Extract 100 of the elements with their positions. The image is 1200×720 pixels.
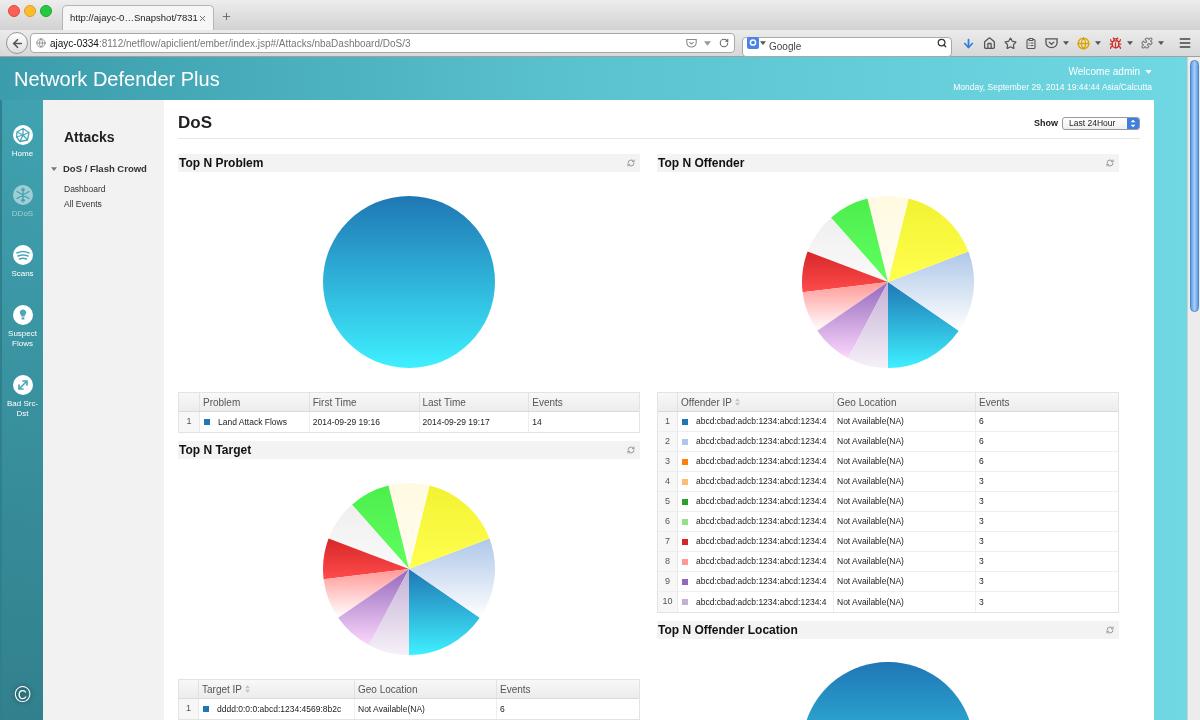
table-cell-text: 3	[978, 555, 985, 569]
column-header[interactable]: Target IP	[199, 680, 355, 698]
table-cell: abcd:cbad:adcb:1234:abcd:1234:4	[696, 595, 827, 609]
refresh-icon[interactable]	[627, 159, 635, 167]
row-number: 4	[658, 472, 678, 491]
network-icon	[12, 125, 33, 145]
table-cell: Not Available(NA)	[834, 572, 976, 591]
table-cell: Not Available(NA)	[834, 452, 976, 471]
close-icon[interactable]	[198, 13, 207, 23]
table-cell: Not Available(NA)	[834, 552, 976, 571]
panel-title: Top N Target	[179, 442, 252, 459]
table-cell: Land Attack Flows	[218, 415, 287, 429]
row-number: 7	[658, 532, 678, 551]
table-cell: Not Available(NA)	[834, 412, 976, 431]
back-button[interactable]	[6, 32, 28, 54]
page-title: DoS	[178, 113, 212, 133]
tree-link[interactable]: All Events	[64, 197, 102, 212]
table-cell-text: 3	[978, 475, 985, 489]
menu-icon[interactable]	[1178, 36, 1192, 50]
home-icon[interactable]	[983, 36, 996, 50]
row-number: 1	[179, 412, 200, 432]
star-icon[interactable]	[1004, 36, 1017, 50]
puzzle-icon[interactable]	[1141, 37, 1153, 49]
snowflake-icon	[12, 185, 33, 205]
copyright-symbol: ©	[14, 684, 31, 706]
caret-icon[interactable]	[760, 41, 766, 45]
address-field[interactable]: ajayc-0334:8112/netflow/apiclient/ember/index.jsp#/Attacks/nbaDashboard/DoS/3	[30, 33, 735, 53]
table-cell-text: 3	[978, 535, 985, 549]
nav-rail-item[interactable]: Suspect Flows	[2, 305, 43, 349]
row-number: 6	[658, 512, 678, 531]
pocket-icon[interactable]	[686, 38, 697, 48]
search-icon[interactable]	[937, 38, 947, 48]
table-cell: Not Available(NA)	[834, 532, 976, 551]
bug-icon[interactable]	[1109, 36, 1122, 50]
new-tab-icon[interactable]	[221, 11, 232, 22]
table-cell-text: 3	[978, 495, 985, 509]
table-cell: dddd:0:0:0:abcd:1234:4569:8b2c	[217, 702, 342, 716]
table-cell: Not Available(NA)	[834, 592, 976, 612]
zoom-window-button[interactable]	[40, 5, 52, 17]
caret-icon[interactable]	[1095, 41, 1101, 45]
waves-icon	[12, 245, 33, 265]
table-cell: abcd:cbad:adcb:1234:abcd:1234:4	[696, 495, 827, 508]
caret-icon[interactable]	[1158, 41, 1164, 45]
caret-icon[interactable]	[1063, 41, 1069, 45]
lightbulb-icon	[12, 305, 33, 325]
column-header: Problem	[200, 393, 310, 411]
tree-link[interactable]: Dashboard	[64, 182, 106, 197]
row-number: 1	[658, 412, 678, 431]
clipboard-icon[interactable]	[1025, 36, 1037, 50]
row-number: 10	[658, 592, 678, 612]
refresh-icon[interactable]	[1106, 626, 1114, 634]
table-cell-text: 3	[978, 515, 985, 529]
row-number: 5	[658, 492, 678, 511]
panel-title: Top N Offender	[658, 155, 745, 172]
search-engine-icon[interactable]	[747, 37, 759, 49]
nav-rail-item[interactable]: Bad Src-Dst	[2, 375, 43, 419]
column-header[interactable]: Offender IP	[678, 393, 834, 411]
refresh-icon[interactable]	[627, 446, 635, 454]
table-cell-text: 3	[978, 595, 985, 609]
table-cell-text: 3	[978, 575, 985, 589]
tab-title: http://ajayc-0…Snapshot/7831	[70, 10, 198, 25]
panel-title: Top N Problem	[179, 155, 264, 172]
table-cell: Not Available(NA)	[834, 492, 976, 511]
tree-group[interactable]: DoS / Flash Crowd	[51, 163, 147, 175]
download-icon[interactable]	[962, 36, 975, 50]
table-cell: abcd:cbad:adcb:1234:abcd:1234:4	[696, 575, 827, 588]
column-header: First Time	[309, 393, 420, 411]
row-number: 1	[179, 699, 199, 719]
table-cell: abcd:cbad:adcb:1234:abcd:1234:4	[696, 455, 827, 468]
scrollbar-thumb[interactable]	[1189, 60, 1199, 312]
caret-icon	[1145, 69, 1152, 74]
table-cell: abcd:cbad:adcb:1234:abcd:1234:4	[696, 535, 827, 548]
table-cell: 2014-09-29 19:17	[419, 412, 530, 432]
globe-icon	[36, 38, 46, 48]
table-cell-text: 6	[499, 702, 506, 716]
pocket-icon[interactable]	[1045, 37, 1058, 49]
table-cell-text: 6	[978, 435, 985, 449]
url-text: ajayc-0334:8112/netflow/apiclient/ember/index.jsp#/Attacks/nbaDashboard/DoS/3	[50, 36, 411, 51]
sidebar-title: Attacks	[64, 128, 115, 146]
table-cell-text: 6	[978, 455, 985, 469]
table-cell-text: 14	[531, 415, 543, 429]
table-cell: abcd:cbad:adcb:1234:abcd:1234:4	[696, 415, 827, 428]
time-range-select[interactable]: Last 24Hour	[1062, 116, 1140, 130]
table-cell: Not Available(NA)	[834, 472, 976, 491]
reload-icon[interactable]	[719, 38, 729, 48]
caret-icon[interactable]	[1127, 41, 1133, 45]
column-header: Last Time	[419, 393, 530, 411]
close-window-button[interactable]	[8, 5, 20, 17]
sort-icon	[734, 398, 740, 406]
refresh-icon[interactable]	[1106, 159, 1114, 167]
column-header: Events	[531, 395, 564, 410]
browser-tab[interactable]: http://ajayc-0…Snapshot/7831	[62, 5, 214, 30]
column-header: Geo Location	[834, 393, 976, 411]
search-field[interactable]: Google	[742, 36, 952, 57]
table-cell: Not Available(NA)	[834, 432, 976, 451]
row-number: 9	[658, 572, 678, 591]
show-label: Show	[1034, 116, 1058, 130]
column-header: Events	[499, 682, 532, 697]
sort-icon	[245, 685, 251, 693]
table-cell: Not Available(NA)	[355, 699, 497, 719]
